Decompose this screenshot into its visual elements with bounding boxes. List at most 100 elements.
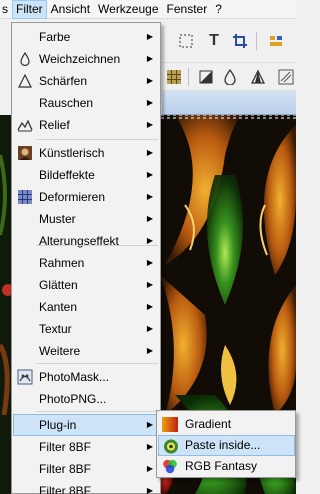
tools-icon[interactable] — [266, 31, 286, 51]
plugin-submenu: Gradient Paste inside... RGB Fantasy — [156, 410, 296, 478]
grid-icon — [17, 189, 33, 205]
toolbar-separator — [188, 68, 189, 86]
toolbar-filters — [162, 63, 296, 91]
submenu-arrow-icon: ▶ — [146, 280, 153, 289]
rgb-fantasy-icon — [161, 458, 179, 475]
menubar: s Filter Ansicht Werkzeuge Fenster ? — [0, 0, 296, 19]
document-titlebar[interactable] — [162, 91, 296, 115]
menu-item-label: Filter 8BF — [39, 484, 92, 494]
toolbar-top: T — [162, 19, 296, 63]
submenu-arrow-icon: ▶ — [146, 346, 153, 355]
menu-item-photomask[interactable]: PhotoMask... — [13, 366, 159, 388]
menu-item-label: Plug-in — [39, 418, 77, 432]
submenu-item-label: Paste inside... — [185, 438, 261, 452]
menu-item-alterungseffekt[interactable]: Alterungseffekt ▶ — [13, 230, 159, 252]
menu-item-weichzeichnen[interactable]: Weichzeichnen ▶ — [13, 48, 159, 70]
menu-item-photopng[interactable]: PhotoPNG... — [13, 388, 159, 410]
menu-item-label: Relief — [39, 118, 70, 132]
relief-icon — [17, 117, 33, 133]
menu-ansicht[interactable]: Ansicht — [47, 0, 94, 19]
menu-item-relief[interactable]: Relief ▶ — [13, 114, 159, 136]
menu-file-partial[interactable]: s — [0, 0, 12, 19]
menu-separator — [36, 411, 158, 412]
menu-item-label: Rahmen — [39, 256, 85, 270]
exposure-icon[interactable] — [196, 67, 216, 87]
toolbar-separator — [256, 32, 257, 50]
menu-item-label: Farbe — [39, 30, 71, 44]
submenu-arrow-icon: ▶ — [146, 486, 153, 494]
menu-item-filter-8bf[interactable]: Filter 8BF ▶ — [13, 480, 159, 494]
menu-item-label: Muster — [39, 212, 76, 226]
crop-tool-icon[interactable] — [230, 31, 250, 51]
menu-item-label: Künstlerisch — [39, 146, 105, 160]
menu-item-kanten[interactable]: Kanten ▶ — [13, 296, 159, 318]
menu-item-label: Bildeffekte — [39, 168, 95, 182]
selection-dashed-icon[interactable] — [176, 31, 196, 51]
menu-separator — [36, 139, 158, 140]
drop-icon — [17, 51, 33, 67]
submenu-arrow-icon: ▶ — [146, 258, 153, 267]
submenu-arrow-icon: ▶ — [146, 214, 153, 223]
pattern-icon[interactable] — [276, 67, 296, 87]
menu-item-muster[interactable]: Muster ▶ — [13, 208, 159, 230]
menu-item-kuenstlerisch[interactable]: Künstlerisch ▶ — [13, 142, 159, 164]
submenu-arrow-icon: ▶ — [146, 98, 153, 107]
drop-icon[interactable] — [220, 67, 240, 87]
submenu-item-label: Gradient — [185, 417, 232, 431]
menu-item-plugin[interactable]: Plug-in ▶ — [13, 414, 159, 436]
menu-filter[interactable]: Filter — [12, 0, 47, 19]
menu-item-label: Textur — [39, 322, 72, 336]
submenu-arrow-icon: ▶ — [146, 324, 153, 333]
menu-item-label: Deformieren — [39, 190, 106, 204]
menu-item-label: Schärfen — [39, 74, 88, 88]
submenu-item-gradient[interactable]: Gradient — [158, 414, 295, 435]
submenu-arrow-icon: ▶ — [146, 302, 153, 311]
menu-item-label: Filter 8BF — [39, 440, 92, 454]
menu-item-bildeffekte[interactable]: Bildeffekte ▶ — [13, 164, 159, 186]
menu-item-weitere[interactable]: Weitere ▶ — [13, 340, 159, 362]
menu-item-textur[interactable]: Textur ▶ — [13, 318, 159, 340]
menu-separator — [36, 245, 158, 246]
paste-inside-icon — [162, 438, 180, 455]
submenu-item-paste-inside[interactable]: Paste inside... — [158, 435, 295, 456]
text-tool-icon[interactable]: T — [204, 31, 224, 51]
submenu-arrow-icon: ▶ — [146, 120, 153, 129]
submenu-arrow-icon: ▶ — [146, 148, 153, 157]
submenu-arrow-icon: ▶ — [146, 32, 153, 41]
menu-item-filter-8bf[interactable]: Filter 8BF ▶ — [13, 458, 159, 480]
filter-dropdown-menu: Farbe ▶ Weichzeichnen ▶ Schärfen ▶ Rausc… — [11, 22, 161, 494]
menu-item-label: Kanten — [39, 300, 78, 314]
menu-help[interactable]: ? — [211, 0, 226, 19]
triangle-icon — [17, 73, 33, 89]
menu-item-label: Weichzeichnen — [39, 52, 121, 66]
menu-item-label: PhotoPNG... — [39, 392, 107, 406]
menu-item-schaerfen[interactable]: Schärfen ▶ — [13, 70, 159, 92]
submenu-arrow-icon: ▶ — [146, 464, 153, 473]
menu-item-deformieren[interactable]: Deformieren ▶ — [13, 186, 159, 208]
menu-item-label: PhotoMask... — [39, 370, 110, 384]
submenu-arrow-icon: ▶ — [146, 420, 153, 429]
submenu-arrow-icon: ▶ — [146, 192, 153, 201]
menu-separator — [36, 363, 158, 364]
menu-werkzeuge[interactable]: Werkzeuge — [94, 0, 162, 19]
submenu-item-rgb-fantasy[interactable]: RGB Fantasy — [158, 456, 295, 477]
photomask-icon — [17, 369, 33, 385]
menu-item-label: Weitere — [39, 344, 81, 358]
sharpen-icon[interactable] — [248, 67, 268, 87]
menu-item-label: Rauschen — [39, 96, 94, 110]
gradient-icon — [161, 416, 179, 433]
submenu-arrow-icon: ▶ — [146, 76, 153, 85]
menu-fenster[interactable]: Fenster — [163, 0, 212, 19]
menu-item-label: Glätten — [39, 278, 78, 292]
grid-icon[interactable] — [164, 67, 184, 87]
submenu-item-label: RGB Fantasy — [185, 459, 258, 473]
menu-item-filter-8bf[interactable]: Filter 8BF ▶ — [13, 436, 159, 458]
menu-item-label: Filter 8BF — [39, 462, 92, 476]
menu-item-rahmen[interactable]: Rahmen ▶ — [13, 252, 159, 274]
menu-item-rauschen[interactable]: Rauschen ▶ — [13, 92, 159, 114]
submenu-arrow-icon: ▶ — [146, 54, 153, 63]
portrait-icon — [17, 145, 33, 161]
menu-item-farbe[interactable]: Farbe ▶ — [13, 26, 159, 48]
menu-item-glaetten[interactable]: Glätten ▶ — [13, 274, 159, 296]
submenu-arrow-icon: ▶ — [146, 442, 153, 451]
